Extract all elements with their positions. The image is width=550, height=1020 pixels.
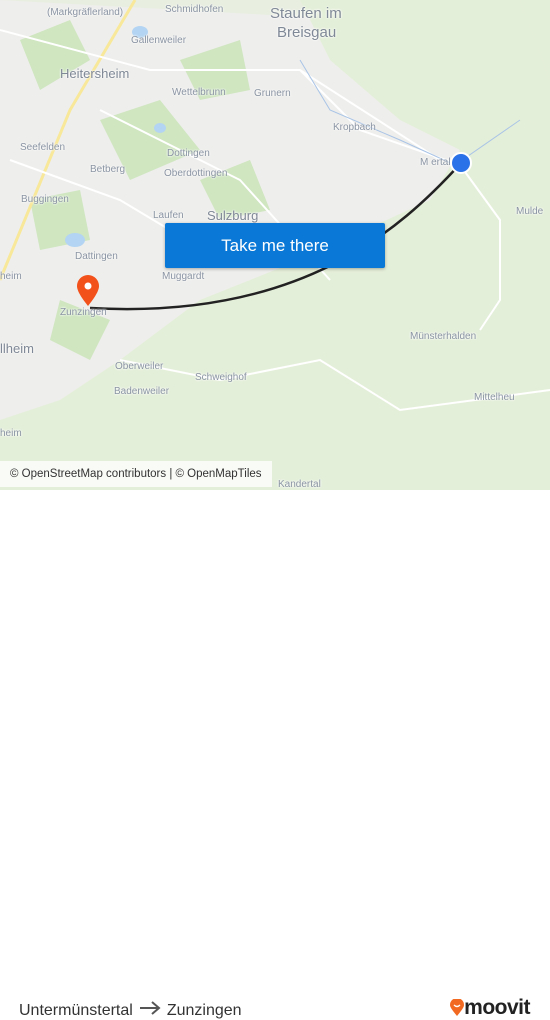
map-label: M ertal (420, 157, 451, 168)
map-label: Buggingen (21, 194, 69, 205)
map-label: Badenweiler (114, 386, 170, 397)
map-label: Muggardt (162, 271, 205, 282)
map-label: Oberdottingen (164, 168, 228, 179)
map-label: heim (0, 271, 22, 282)
map-label: (Markgräflerland) (47, 7, 124, 18)
map-label: Kropbach (333, 122, 376, 133)
map-label: Schmidhofen (165, 4, 224, 15)
arrow-right-icon (139, 1001, 161, 1020)
origin-name: Untermünstertal (19, 1001, 133, 1019)
footer: Untermünstertal Zunzingen moovit (0, 490, 550, 1019)
map-label: Sulzburg (207, 208, 259, 223)
map-label: Betberg (90, 164, 126, 175)
map-label: Zunzingen (60, 307, 107, 318)
destination-name: Zunzingen (166, 1001, 242, 1019)
map-label: Laufen (153, 210, 184, 221)
map-label: Breisgau (277, 24, 337, 41)
map-label: Staufen im (270, 5, 342, 22)
map-label: Mittelheu (474, 392, 515, 403)
map-label: Schweighof (195, 372, 247, 383)
map-label: Münsterhalden (410, 331, 477, 342)
map-label: Dottingen (167, 148, 210, 159)
brand-name: moovit (464, 996, 530, 1019)
map-label: Grunern (254, 88, 291, 99)
map[interactable]: (Markgräflerland) Schmidhofen Staufen im… (0, 0, 550, 490)
map-label: Dattingen (75, 251, 118, 262)
map-label: heim (0, 428, 22, 439)
map-label: Oberweiler (115, 361, 164, 372)
map-label: Gallenweiler (131, 35, 187, 46)
moovit-logo: moovit (450, 996, 530, 1020)
moovit-pin-icon (450, 999, 465, 1016)
map-label: Kandertal (278, 479, 321, 490)
map-label: Wettelbrunn (172, 87, 226, 98)
take-me-there-button[interactable]: Take me there (165, 223, 385, 268)
map-attribution[interactable]: © OpenStreetMap contributors | © OpenMap… (0, 461, 272, 487)
origin-marker (450, 152, 472, 174)
map-label: Heitersheim (60, 66, 130, 81)
map-label: llheim (0, 341, 34, 356)
map-label: Seefelden (20, 142, 66, 153)
map-label: Mulde (516, 206, 544, 217)
route-summary: Untermünstertal Zunzingen (19, 1001, 242, 1020)
